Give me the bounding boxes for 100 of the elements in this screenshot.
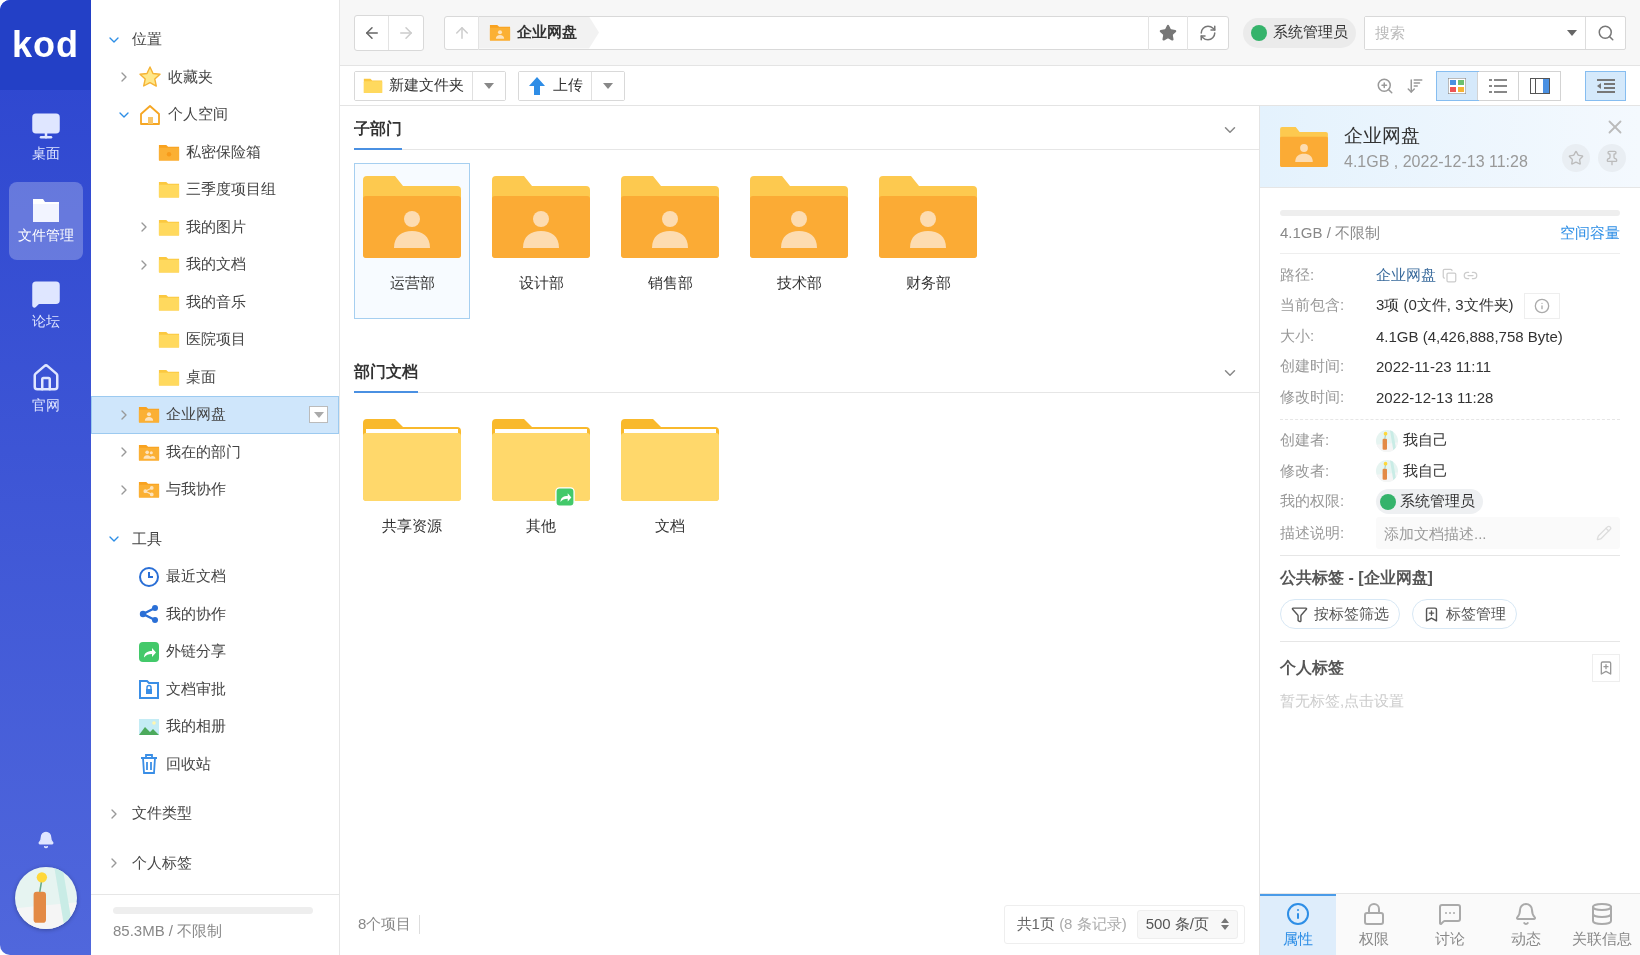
logo[interactable]: kod [0, 0, 91, 90]
tree-item[interactable]: 我的音乐 [91, 283, 339, 321]
database-icon [1590, 902, 1614, 926]
bell-icon[interactable] [36, 831, 55, 849]
tree-section-header[interactable]: 工具 [91, 520, 339, 558]
tree-item[interactable]: 外链分享 [91, 633, 339, 671]
folder-tile[interactable]: 运营部 [354, 163, 470, 319]
info-button[interactable] [1523, 292, 1560, 319]
tag-manage-button[interactable]: 标签管理 [1412, 599, 1517, 629]
tree-item[interactable]: 企业网盘 [91, 396, 339, 434]
folder-icon [492, 419, 590, 501]
panel-toggle-button[interactable] [1585, 70, 1626, 101]
folder-icon [750, 176, 848, 258]
lock-icon [1362, 902, 1386, 926]
nav-item[interactable]: 桌面 [8, 98, 83, 176]
property-value: 2022-11-23 11:11 [1376, 358, 1492, 376]
caret-icon [313, 411, 324, 418]
tree-item[interactable]: 与我协作 [91, 471, 339, 509]
tree-item[interactable]: 我的相册 [91, 708, 339, 746]
search-field[interactable]: 搜索 [1364, 15, 1626, 50]
row-menu-button[interactable] [309, 406, 328, 423]
tree-item[interactable]: 医院项目 [91, 321, 339, 359]
folder-icon [138, 480, 160, 500]
panel-tab[interactable]: 权限 [1336, 894, 1412, 955]
folder-icon [879, 176, 977, 258]
item-meta: 4.1GB , 2022-12-13 11:28 [1344, 152, 1528, 171]
folder-tile[interactable]: 技术部 [741, 163, 857, 319]
breadcrumb[interactable]: 企业网盘 [479, 16, 599, 49]
filter-button[interactable]: 按标签筛选 [1280, 599, 1400, 629]
refresh-icon [1199, 23, 1217, 42]
property-label: 描述说明: [1280, 523, 1346, 543]
tree-item[interactable]: 收藏夹 [91, 58, 339, 96]
capacity-link[interactable]: 空间容量 [1560, 224, 1620, 243]
folder-tile[interactable]: 共享资源 [354, 406, 470, 562]
folder-icon [363, 176, 461, 258]
tree-item[interactable]: 三季度项目组 [91, 171, 339, 209]
tree-item[interactable]: 文档审批 [91, 670, 339, 708]
folder-tile[interactable]: 文档 [612, 406, 728, 562]
description-field[interactable]: 添加文档描述... [1376, 517, 1620, 549]
tree-section-header[interactable]: 位置 [91, 21, 339, 59]
locked-folder-icon [138, 678, 160, 701]
nav-item[interactable]: 官网 [8, 350, 83, 428]
house-icon [30, 363, 61, 393]
folder-tile[interactable]: 其他 [483, 406, 599, 562]
tree-section-header[interactable]: 个人标签 [91, 844, 339, 882]
columns-view-icon [1529, 77, 1550, 94]
sort-icon[interactable] [1406, 76, 1424, 95]
panel-tab[interactable]: 关联信息 [1564, 894, 1640, 955]
info-icon [1286, 902, 1310, 926]
property-value[interactable]: 企业网盘 [1376, 265, 1436, 285]
new-folder-button[interactable]: 新建文件夹 [355, 71, 473, 100]
property-label: 创建者: [1280, 431, 1331, 451]
property-value: 4.1GB (4,426,888,758 Byte) [1376, 327, 1563, 345]
tree-item[interactable]: 私密保险箱 [91, 133, 339, 171]
favorite-button[interactable] [1148, 15, 1188, 50]
upload-arrow-icon [527, 75, 547, 96]
tree-item[interactable]: 我在的部门 [91, 433, 339, 471]
folder-icon [158, 142, 180, 162]
tree-item[interactable]: 个人空间 [91, 96, 339, 134]
tree-item[interactable]: 我的协作 [91, 595, 339, 633]
folder-tile[interactable]: 财务部 [870, 163, 986, 319]
folder-icon [1280, 126, 1328, 167]
view-button[interactable] [1478, 71, 1519, 100]
tree-item[interactable]: 回收站 [91, 745, 339, 783]
user-badge[interactable]: 系统管理员 [1243, 17, 1356, 48]
status-dot [1251, 24, 1267, 41]
tree-item[interactable]: 我的文档 [91, 246, 339, 284]
block-title: 个人标签 [1280, 657, 1344, 678]
role-name: 系统管理员 [1400, 492, 1475, 512]
view-button[interactable] [1437, 71, 1478, 100]
folder-tile[interactable]: 销售部 [612, 163, 728, 319]
property-label: 路径: [1280, 265, 1316, 285]
folder-tile[interactable]: 设计部 [483, 163, 599, 319]
tree-section-header[interactable]: 文件类型 [91, 795, 339, 833]
upload-button[interactable]: 上传 [519, 71, 592, 100]
property-value: 我自己 [1403, 431, 1448, 451]
folder-icon [363, 77, 383, 94]
nav-item[interactable]: 文件管理 [8, 182, 83, 260]
pin-button[interactable] [1598, 144, 1626, 172]
zoom-icon[interactable] [1376, 76, 1394, 95]
property-label: 大小: [1280, 326, 1316, 346]
page-size-select[interactable]: 500 条/页 [1136, 909, 1238, 939]
tree-item[interactable]: 我的图片 [91, 208, 339, 246]
folder-icon [158, 255, 180, 275]
clock-icon [138, 565, 160, 588]
star-icon [1568, 150, 1584, 166]
nav-item[interactable]: 论坛 [8, 266, 83, 344]
share-icon [138, 603, 160, 626]
tree-item[interactable]: 桌面 [91, 358, 339, 396]
property-label: 修改者: [1280, 461, 1331, 481]
panel-tab[interactable]: 动态 [1488, 894, 1564, 955]
property-label: 当前包含: [1280, 296, 1346, 316]
copy-icon[interactable] [1442, 267, 1457, 283]
panel-tab[interactable]: 讨论 [1412, 894, 1488, 955]
caret-icon [1567, 29, 1577, 36]
folder-icon [492, 176, 590, 258]
folder-icon [158, 292, 180, 312]
description-input[interactable]: 添加文档描述... [1384, 524, 1596, 542]
tree-item[interactable]: 最近文档 [91, 558, 339, 596]
add-tag-button[interactable] [1592, 654, 1620, 682]
